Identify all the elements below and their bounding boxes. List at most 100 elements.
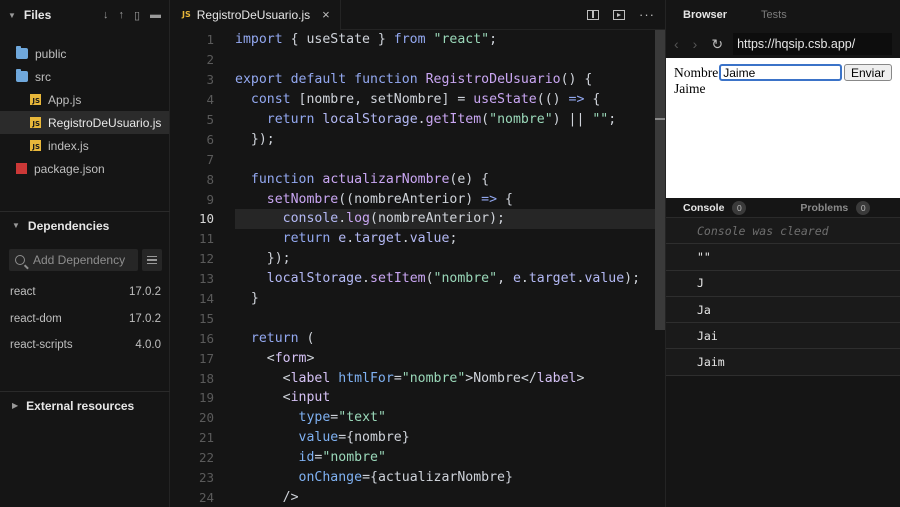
external-resources-section: ▶ External resources [0,391,170,419]
tab-registro-de-usuario[interactable]: JS RegistroDeUsuario.js × [170,0,341,30]
file-name: index.js [48,138,89,153]
dependencies-title: Dependencies [27,218,110,233]
js-file-icon: JS [182,10,191,19]
search-icon [15,255,25,265]
console-output: Console was cleared "" J Ja Jai Jaim [666,218,900,376]
code-line: 16 return ( [170,328,655,348]
tab-browser[interactable]: Browser [666,9,744,21]
line-number: 22 [198,450,214,466]
tab-tests[interactable]: Tests [744,9,804,21]
dependency-item[interactable]: react-dom 17.0.2 [0,306,170,333]
dependency-version: 17.0.2 [129,286,161,299]
add-dependency-placeholder: Add Dependency [33,253,126,267]
code-line: 18 <label htmlFor="nombre">Nombre</label… [170,368,655,388]
console-log-entry: Ja [666,297,900,324]
line-number: 9 [206,191,214,207]
code-line: 20 type="text" [170,408,655,428]
line-number: 8 [206,171,214,187]
file-tree: public src JS App.js JS RegistroDeUsuari… [0,30,169,180]
file-name: package.json [34,161,105,176]
more-icon[interactable]: ··· [639,8,655,21]
line-number: 20 [198,410,214,426]
new-file-icon[interactable]: ▯ [134,9,140,22]
close-icon[interactable]: × [322,7,330,22]
file-item-registro-de-usuario-js[interactable]: JS RegistroDeUsuario.js [0,111,169,134]
nombre-label: Nombre [674,64,719,80]
line-number: 3 [206,72,214,88]
file-name: RegistroDeUsuario.js [48,115,162,130]
tab-problems[interactable]: Problems 0 [760,200,884,215]
url-input[interactable]: https://hqsip.csb.app/ [733,33,892,55]
file-item-public[interactable]: public [0,42,169,65]
code-line: 13 localStorage.setItem("nombre", e.targ… [170,269,655,289]
dependencies-header[interactable]: ▼ Dependencies [0,212,170,239]
tab-console-label: Console [683,201,725,214]
line-number: 15 [198,310,214,326]
console-tabs: Console 0 Problems 0 Re [666,198,900,218]
enviar-button[interactable]: Enviar [843,64,892,81]
line-number: 5 [206,112,214,127]
file-item-package-json[interactable]: package.json [0,157,169,180]
dependency-name: react [10,286,36,299]
tab-react[interactable]: Re [884,202,900,214]
file-item-src[interactable]: src [0,65,169,88]
back-icon[interactable]: ‹ [674,36,679,52]
line-number: 1 [206,32,214,48]
reload-icon[interactable]: ↻ [711,36,723,53]
sidebar: ▼ Files ↓ ↑ ▯ ▬ public src JS App.js JS … [0,0,170,507]
files-header[interactable]: ▼ Files ↓ ↑ ▯ ▬ [0,0,169,30]
chevron-down-icon[interactable]: ▼ [12,221,20,230]
output-text: Jaime [674,81,706,96]
code-line: 5 return localStorage.getItem("nombre") … [170,110,655,130]
preview-panel: Browser Tests ‹ › ↻ https://hqsip.csb.ap… [665,0,900,507]
file-name: src [35,69,51,84]
npm-icon [16,163,27,174]
line-number: 12 [198,251,214,267]
code-line: 1 import { useState } from "react"; [170,30,655,50]
line-number: 6 [206,131,214,147]
line-number: 19 [198,390,214,406]
preview-icon[interactable] [613,9,625,20]
new-folder-icon[interactable]: ▬ [150,9,161,22]
tab-console[interactable]: Console 0 [666,200,760,215]
count-badge: 0 [732,200,747,215]
code-line: 19 <input [170,388,655,408]
dependency-name: react-scripts [10,339,73,352]
code-line: 8 function actualizarNombre(e) { [170,169,655,189]
code-line: 22 id="nombre" [170,448,655,468]
nombre-input[interactable]: Jaime [719,64,842,81]
forward-icon[interactable]: › [693,36,698,52]
dependency-menu-button[interactable] [142,249,162,271]
code-line: 12 }); [170,249,655,269]
editor-scrollbar[interactable] [655,30,665,330]
line-number: 21 [198,430,214,446]
chevron-down-icon[interactable]: ▼ [8,11,16,20]
chevron-right-icon[interactable]: ▶ [12,401,18,410]
code-line: 21 value={nombre} [170,428,655,448]
add-dependency-input[interactable]: Add Dependency [9,249,138,271]
file-item-index-js[interactable]: JS index.js [0,134,169,157]
dependency-version: 4.0.0 [135,339,161,352]
split-view-icon[interactable] [587,9,599,20]
file-item-app-js[interactable]: JS App.js [0,88,169,111]
code-area[interactable]: 1 import { useState } from "react"; 2 3 ex… [170,30,655,507]
dependency-item[interactable]: react-scripts 4.0.0 [0,332,170,359]
js-file-icon: JS [30,117,41,128]
line-number: 24 [198,489,214,505]
code-line: 7 [170,149,655,169]
download-icon[interactable]: ↓ [103,9,109,22]
upload-icon[interactable]: ↑ [118,9,124,22]
line-number: 17 [198,350,214,366]
external-resources-header[interactable]: ▶ External resources [0,392,170,419]
dependencies-section: ▼ Dependencies Add Dependency react 17.0… [0,211,170,359]
console-log-entry: J [666,271,900,297]
dependency-item[interactable]: react 17.0.2 [0,279,170,306]
console-log-entry: Jaim [666,349,900,376]
preview-page: Nombre Jaime Enviar Jaime [666,58,900,198]
browser-url-bar: ‹ › ↻ https://hqsip.csb.app/ [666,30,900,58]
code-line: 9 setNombre((nombreAnterior) => { [170,189,655,209]
code-line: 11 return e.target.value; [170,229,655,249]
code-line: 4 const [nombre, setNombre] = useState((… [170,90,655,110]
code-line: 6 }); [170,129,655,149]
line-number: 14 [198,291,214,307]
